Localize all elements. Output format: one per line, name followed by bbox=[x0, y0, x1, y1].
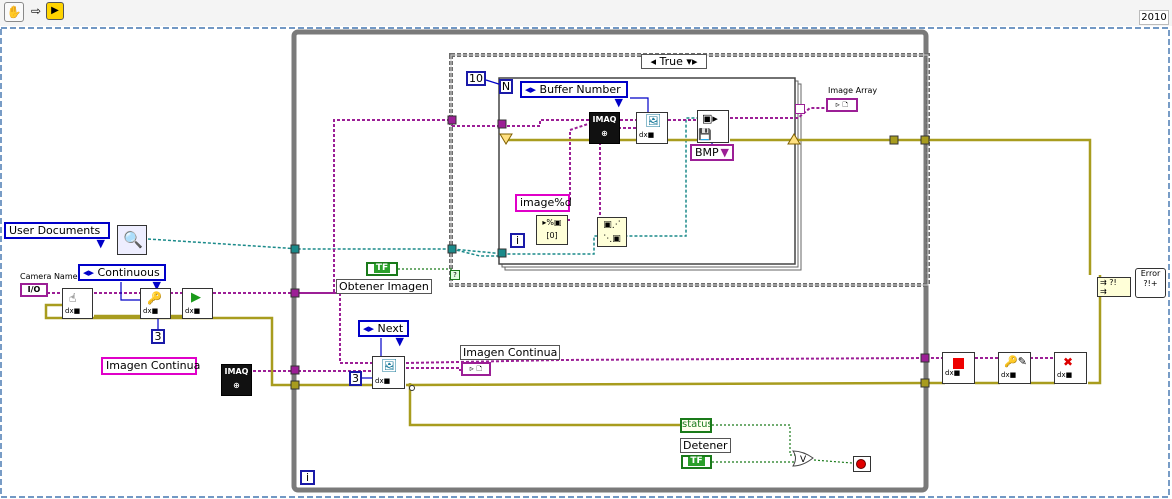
file-type-value: BMP bbox=[695, 146, 719, 159]
imaqdx-unconfigure-vi[interactable]: 🔑✎ dx■ bbox=[998, 352, 1031, 384]
dx-label: dx■ bbox=[639, 131, 655, 139]
dx-label: dx■ bbox=[65, 307, 81, 315]
dx-label: dx■ bbox=[375, 377, 391, 385]
ring-arrow-icon: ◂▸ bbox=[363, 322, 375, 335]
ring-arrow-icon: ◂▸ bbox=[525, 83, 537, 96]
image-icon: 🖼 bbox=[645, 114, 662, 129]
for-count-constant[interactable]: 10 bbox=[466, 71, 486, 86]
imaqdx-stop-acquisition-vi[interactable]: dx■ bbox=[942, 352, 975, 384]
imaq-loop-label: IMAQ bbox=[592, 115, 617, 124]
unconfigure-key-icon: 🔑✎ bbox=[1004, 355, 1027, 368]
image-icon: 🖼 bbox=[381, 359, 398, 374]
buffer-enum-value: Buffer Number bbox=[539, 83, 621, 96]
dx-label: dx■ bbox=[1057, 371, 1073, 379]
buffer-count-constant[interactable]: 3 bbox=[151, 329, 165, 344]
status-label: status bbox=[682, 419, 713, 430]
build-path-icon: ▣⋰ ⋱▣ bbox=[603, 220, 621, 244]
imaqdx-close-camera-vi[interactable]: ✖ dx■ bbox=[1054, 352, 1087, 384]
file-type-enum[interactable]: BMP ▼ bbox=[690, 144, 734, 161]
next-buffer-enum[interactable]: ◂▸ Next ▼ bbox=[358, 320, 409, 348]
or-gate-icon: V bbox=[792, 450, 814, 467]
build-path-function[interactable]: ▣⋰ ⋱▣ bbox=[597, 217, 627, 247]
error-label: Error bbox=[1140, 269, 1161, 278]
imaqdx-start-acquisition-vi[interactable]: ▶ dx■ bbox=[182, 288, 213, 319]
camera-name-control[interactable]: I/O bbox=[20, 283, 48, 297]
image-array-label: Image Array bbox=[828, 86, 878, 95]
stop-icon bbox=[856, 459, 866, 469]
next-enum-value: Next bbox=[377, 322, 404, 335]
detener-boolean-text: TF bbox=[688, 456, 705, 466]
image-name-constant[interactable]: Imagen Continua bbox=[101, 357, 200, 375]
play-icon: ▶ bbox=[191, 290, 201, 305]
save-disk-icon: ▣▸💾 bbox=[698, 112, 718, 141]
imaqdx-configure-grab-vi[interactable]: 🔑 dx■ bbox=[140, 288, 171, 319]
dropdown-arrow-icon: ▼ bbox=[614, 96, 623, 109]
image-array-indicator[interactable]: ▹ 🗅 bbox=[826, 98, 858, 112]
simple-error-handler-vi[interactable]: Error ?!+ bbox=[1135, 268, 1166, 298]
imaq-create-label: IMAQ bbox=[224, 367, 249, 376]
while-iteration-terminal: i bbox=[300, 470, 315, 485]
dropdown-arrow-icon: ▼ bbox=[720, 146, 729, 159]
dx-label: dx■ bbox=[945, 369, 961, 377]
mode-enum-value: Continuous bbox=[97, 266, 160, 279]
imaq-create-vi[interactable]: IMAQ ⊕ bbox=[221, 364, 252, 396]
camera-name-label: Camera Name bbox=[20, 272, 78, 281]
imaqdx-get-image-loop-vi[interactable]: 🖼 dx■ bbox=[636, 112, 668, 144]
magnifier-folder-icon: 🔍 bbox=[123, 230, 143, 249]
imaqdx-open-camera-vi[interactable]: ☝ dx■ bbox=[62, 288, 93, 319]
format-percent-icon: ▸%▣ [0] bbox=[542, 218, 562, 240]
case-selector-value: True bbox=[659, 55, 683, 68]
loop-stop-terminal[interactable] bbox=[853, 456, 871, 472]
imaq-create-in-loop-vi[interactable]: IMAQ ⊕ bbox=[589, 112, 620, 144]
buffer-number-constant[interactable]: 3 bbox=[349, 371, 362, 386]
merge-errors-icon: ⇉ ?! ⇉ bbox=[1100, 278, 1117, 296]
create-icon: ⊕ bbox=[233, 381, 240, 390]
dx-label: dx■ bbox=[185, 307, 201, 315]
index-tunnel bbox=[795, 104, 805, 114]
filename-format-constant[interactable]: image%d bbox=[515, 194, 572, 212]
case-selector-terminal[interactable]: ? bbox=[450, 270, 460, 280]
case-prev-arrow-icon[interactable]: ◂ bbox=[651, 55, 657, 68]
imaqdx-get-image-vi[interactable]: 🖼 dx■ bbox=[372, 356, 405, 389]
buffer-number-enum[interactable]: ◂▸ Buffer Number ▼ bbox=[520, 81, 628, 109]
configure-key-icon: 🔑 bbox=[147, 291, 162, 305]
dx-label: dx■ bbox=[1001, 371, 1017, 379]
detener-label: Detener bbox=[680, 438, 731, 453]
imagen-continua-indicator[interactable]: ▹ 🗅 bbox=[461, 362, 491, 376]
stop-square-icon bbox=[953, 358, 964, 369]
status-unbundle[interactable]: status bbox=[680, 418, 713, 433]
for-count-terminal: N bbox=[499, 79, 513, 94]
dx-label: dx■ bbox=[143, 307, 159, 315]
case-next-arrow-icon[interactable]: ▾▸ bbox=[686, 55, 697, 68]
continuous-mode-enum[interactable]: ◂▸ Continuous ▼ bbox=[78, 264, 166, 292]
create-icon: ⊕ bbox=[601, 129, 608, 138]
dropdown-arrow-icon: ▼ bbox=[96, 237, 105, 250]
obtener-imagen-label: Obtener Imagen bbox=[336, 279, 432, 294]
svg-text:V: V bbox=[800, 455, 807, 465]
imagen-continua-label: Imagen Continua bbox=[460, 345, 561, 360]
dropdown-arrow-icon: ▼ bbox=[395, 335, 404, 348]
user-documents-path-constant[interactable]: User Documents ▼ bbox=[4, 222, 110, 250]
case-selector-label[interactable]: ◂ True ▾▸ bbox=[641, 54, 707, 69]
format-into-string-function[interactable]: ▸%▣ [0] bbox=[536, 215, 568, 245]
block-diagram-wires bbox=[0, 27, 1170, 498]
capture-boolean-constant[interactable]: TF bbox=[366, 262, 398, 276]
detener-boolean-control[interactable]: TF bbox=[681, 455, 712, 469]
close-x-icon: ✖ bbox=[1063, 355, 1074, 369]
path-constant-label: User Documents bbox=[9, 224, 101, 237]
merge-errors-function[interactable]: ⇉ ?! ⇉ bbox=[1097, 277, 1131, 297]
open-camera-icon: ☝ bbox=[69, 291, 77, 305]
capture-boolean-text: TF bbox=[373, 263, 391, 273]
ring-arrow-icon: ◂▸ bbox=[83, 266, 95, 279]
for-iteration-terminal: i bbox=[510, 233, 525, 248]
error-handler-icon: ?!+ bbox=[1143, 279, 1158, 288]
or-function[interactable]: V bbox=[792, 450, 814, 467]
get-system-directory-vi[interactable]: 🔍 bbox=[117, 225, 147, 255]
imaq-write-file-vi[interactable]: ▣▸💾 bbox=[697, 110, 729, 143]
